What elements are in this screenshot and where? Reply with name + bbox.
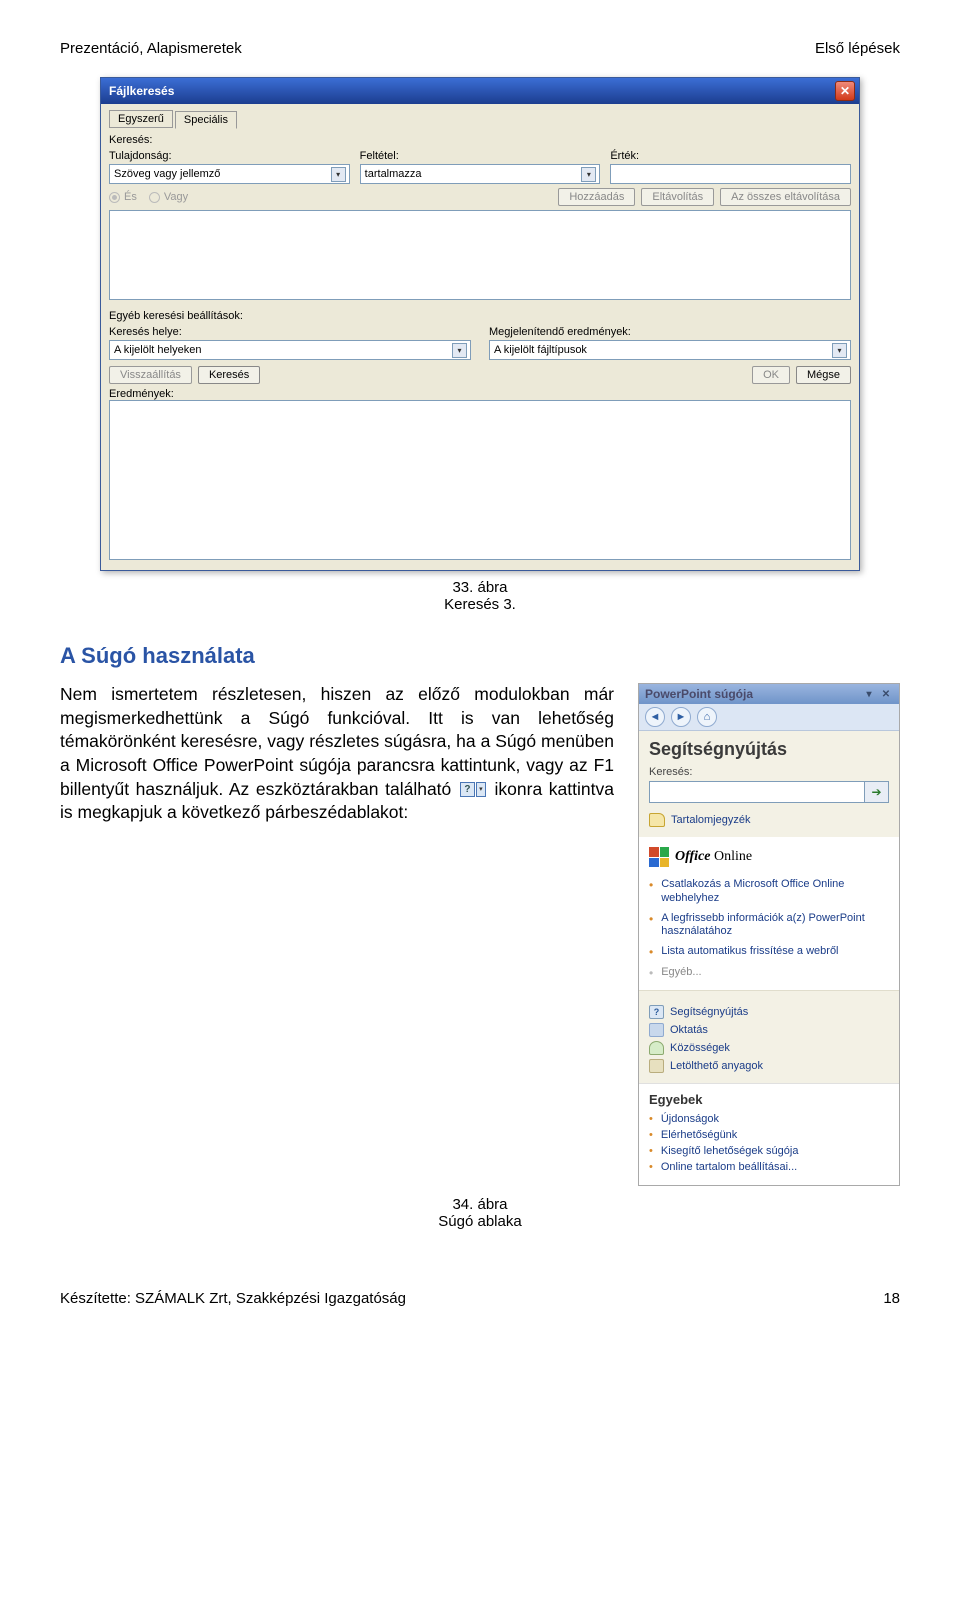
dialog-title: Fájlkeresés (109, 84, 174, 98)
header-left: Prezentáció, Alapismeretek (60, 40, 242, 57)
community-icon (649, 1041, 664, 1055)
chevron-down-icon: ▾ (452, 343, 467, 358)
property-value: Szöveg vagy jellemző (114, 168, 220, 180)
help-search-label: Keresés: (649, 766, 889, 778)
radio-or (149, 192, 160, 203)
training-icon (649, 1023, 664, 1037)
footer-left: Készítette: SZÁMALK Zrt, Szakképzési Iga… (60, 1290, 406, 1307)
question-icon: ? (460, 782, 475, 797)
help-heading: Segítségnyújtás (649, 739, 889, 760)
condition-dropdown[interactable]: tartalmazza ▾ (360, 164, 601, 184)
location-dropdown[interactable]: A kijelölt helyeken ▾ (109, 340, 471, 360)
reset-button: Visszaállítás (109, 366, 192, 384)
back-icon[interactable]: ◄ (645, 707, 665, 727)
list-item[interactable]: Újdonságok (649, 1111, 889, 1127)
download-icon (649, 1059, 664, 1073)
fig1-cap: Keresés 3. (60, 596, 900, 613)
office-online-logo: Office Office OnlineOnline (649, 847, 889, 867)
search-button[interactable]: Keresés (198, 366, 260, 384)
chevron-down-icon: ▾ (331, 167, 346, 182)
cancel-button[interactable]: Mégse (796, 366, 851, 384)
other-links: Újdonságok Elérhetőségünk Kisegítő lehet… (649, 1111, 889, 1175)
criteria-list[interactable] (109, 210, 851, 300)
section-heading: A Súgó használata (60, 643, 900, 669)
other-settings-label: Egyéb keresési beállítások: (109, 310, 851, 322)
tab-simple[interactable]: Egyszerű (109, 110, 173, 128)
home-icon[interactable]: ⌂ (697, 707, 717, 727)
office-logo-icon (649, 847, 669, 867)
list-item[interactable]: Lista automatikus frissítése a webről (649, 942, 889, 963)
other-heading: Egyebek (649, 1092, 889, 1107)
ok-button: OK (752, 366, 790, 384)
help-title-text: PowerPoint súgója (645, 687, 753, 701)
value-label: Érték: (610, 150, 851, 162)
results-list[interactable] (109, 400, 851, 560)
file-search-dialog: Fájlkeresés ✕ Egyszerű Speciális Keresés… (100, 77, 860, 571)
list-item[interactable]: A legfrissebb információk a(z) PowerPoin… (649, 909, 889, 943)
list-item[interactable]: Kisegítő lehetőségek súgója (649, 1143, 889, 1159)
add-button: Hozzáadás (558, 188, 635, 206)
body-paragraph: Nem ismertetem részletesen, hiszen az el… (60, 683, 614, 825)
toc-link[interactable]: Tartalomjegyzék (649, 813, 889, 827)
office-online-links: Csatlakozás a Microsoft Office Online we… (649, 875, 889, 984)
results-label: Eredmények: (109, 388, 851, 400)
list-item[interactable]: Csatlakozás a Microsoft Office Online we… (649, 875, 889, 909)
help-nav: ◄ ► ⌂ (639, 704, 899, 731)
property-label: Tulajdonság: (109, 150, 350, 162)
results-type-value: A kijelölt fájltípusok (494, 344, 587, 356)
location-label: Keresés helye: (109, 326, 471, 338)
list-item[interactable]: Letölthető anyagok (649, 1057, 889, 1075)
toc-label: Tartalomjegyzék (671, 814, 750, 826)
fig2-num: 34. ábra (60, 1196, 900, 1213)
location-value: A kijelölt helyeken (114, 344, 201, 356)
chevron-down-icon: ▾ (581, 167, 596, 182)
list-item[interactable]: Elérhetőségünk (649, 1127, 889, 1143)
help-pane: PowerPoint súgója ▾ ✕ ◄ ► ⌂ Segítségnyúj… (638, 683, 900, 1186)
footer-page-num: 18 (883, 1290, 900, 1307)
radio-and-label: És (124, 191, 137, 203)
list-item[interactable]: Oktatás (649, 1021, 889, 1039)
radio-and (109, 192, 120, 203)
chevron-down-icon: ▾ (832, 343, 847, 358)
search-label: Keresés: (109, 134, 851, 146)
list-item[interactable]: ?Segítségnyújtás (649, 1003, 889, 1021)
forward-icon[interactable]: ► (671, 707, 691, 727)
dialog-titlebar: Fájlkeresés ✕ (101, 78, 859, 104)
property-dropdown[interactable]: Szöveg vagy jellemző ▾ (109, 164, 350, 184)
menu-arrow-icon[interactable]: ▾ (862, 687, 876, 701)
results-type-label: Megjelenítendő eredmények: (489, 326, 851, 338)
list-item[interactable]: Közösségek (649, 1039, 889, 1057)
remove-button: Eltávolítás (641, 188, 714, 206)
see-also-list: ?Segítségnyújtás Oktatás Közösségek Letö… (649, 1003, 889, 1075)
help-toolbar-icon: ? ▾ (460, 782, 486, 797)
tab-advanced[interactable]: Speciális (175, 111, 237, 129)
results-type-dropdown[interactable]: A kijelölt fájltípusok ▾ (489, 340, 851, 360)
condition-value: tartalmazza (365, 168, 422, 180)
fig2-cap: Súgó ablaka (60, 1213, 900, 1230)
header-right: Első lépések (815, 40, 900, 57)
list-item[interactable]: Online tartalom beállításai... (649, 1159, 889, 1175)
radio-or-label: Vagy (164, 191, 188, 203)
value-input[interactable] (610, 164, 851, 184)
close-icon[interactable]: ✕ (879, 687, 893, 701)
close-icon[interactable]: ✕ (835, 81, 855, 101)
remove-all-button: Az összes eltávolítása (720, 188, 851, 206)
help-icon: ? (649, 1005, 664, 1019)
list-item-more[interactable]: Egyéb... (649, 963, 889, 984)
fig1-num: 33. ábra (60, 579, 900, 596)
search-go-icon[interactable]: ➔ (865, 781, 889, 803)
book-icon (649, 813, 665, 827)
help-search-input[interactable] (649, 781, 865, 803)
help-pane-title: PowerPoint súgója ▾ ✕ (639, 684, 899, 704)
condition-label: Feltétel: (360, 150, 601, 162)
dropdown-arrow-icon: ▾ (476, 782, 486, 797)
